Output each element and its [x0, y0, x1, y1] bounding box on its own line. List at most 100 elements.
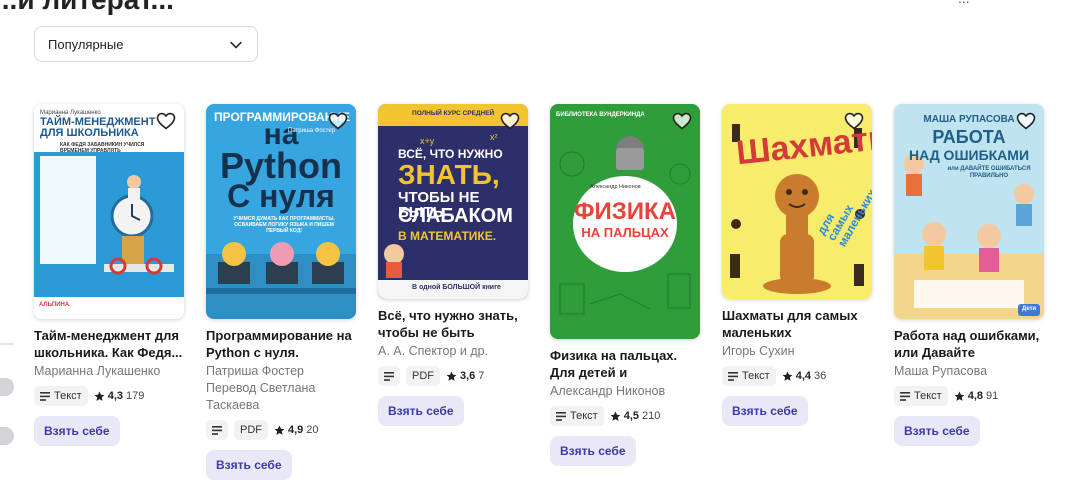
- format-label: Текст: [914, 390, 942, 402]
- book-title[interactable]: Физика на пальцах. Для детей и родителей…: [550, 347, 700, 381]
- rating: 3,6 7: [446, 370, 484, 382]
- book-card[interactable]: МАША РУПАСОВА РАБОТА НАД ОШИБКАМИ или ДА…: [894, 104, 1044, 446]
- format-label: Текст: [742, 370, 770, 382]
- book-meta: Текст 4,3 179: [34, 386, 184, 406]
- text-lines-icon: [728, 371, 738, 381]
- rating-count: 36: [814, 370, 827, 382]
- star-icon: [94, 391, 105, 401]
- format-label: Текст: [570, 410, 598, 422]
- rating-count: 179: [126, 390, 145, 402]
- book-card[interactable]: x+y x² ПОЛНЫЙ КУРС СРЕДНЕЙ ВСЁ, ЧТО НУЖН…: [378, 104, 528, 426]
- book-cover[interactable]: Шахматы для самых маленьких: [722, 104, 872, 299]
- book-translator: Перевод Светлана Таскаева: [206, 381, 316, 412]
- star-icon: [610, 411, 621, 421]
- text-lines-icon: [212, 425, 222, 435]
- book-author[interactable]: А. А. Спектор и др.: [378, 343, 528, 360]
- cover-top-text: ПОЛНЫЙ КУРС СРЕДНЕЙ: [412, 110, 495, 117]
- format-icon-badge: [378, 366, 400, 386]
- text-lines-icon: [900, 391, 910, 401]
- star-icon: [954, 391, 965, 401]
- book-author[interactable]: Марианна Лукашенко: [34, 363, 184, 380]
- scroll-handle[interactable]: [0, 427, 14, 445]
- cover-publisher: Дети: [1022, 306, 1037, 312]
- rating-value: 4,4: [795, 370, 811, 382]
- book-card[interactable]: БИБЛИОТЕКА ВУНДЕРКИНДА Александр Никонов…: [550, 104, 700, 466]
- cover-line1: РАБОТА: [932, 127, 1006, 147]
- cover-line5: В МАТЕМАТИКЕ.: [398, 229, 497, 243]
- text-lines-icon: [556, 411, 566, 421]
- star-icon: [274, 425, 285, 435]
- book-card[interactable]: ПРОГРАММИРОВАНИЕ на Python С нуля Патриш…: [206, 104, 356, 480]
- book-meta: Текст 4,5 210: [550, 406, 700, 426]
- divider: [0, 343, 14, 345]
- book-cover[interactable]: БИБЛИОТЕКА ВУНДЕРКИНДА Александр Никонов…: [550, 104, 700, 339]
- rating: 4,4 36: [782, 370, 827, 382]
- take-book-button[interactable]: Взять себе: [722, 396, 808, 426]
- book-title[interactable]: Работа над ошибками, или Давайте ошибать…: [894, 327, 1044, 361]
- rating-count: 91: [986, 390, 999, 402]
- heart-icon[interactable]: [1016, 112, 1036, 130]
- rating-count: 7: [478, 370, 485, 382]
- rating-value: 4,9: [288, 424, 304, 436]
- rating-value: 4,5: [623, 410, 639, 422]
- format-label: Текст: [54, 390, 82, 402]
- format-badge: PDF: [406, 366, 440, 386]
- book-cover[interactable]: ПРОГРАММИРОВАНИЕ на Python С нуля Патриш…: [206, 104, 356, 319]
- book-card[interactable]: Шахматы для самых маленьких Шахматы для …: [722, 104, 872, 426]
- sort-dropdown-value: Популярные: [48, 36, 124, 52]
- book-title[interactable]: Программирование на Python с нуля. Учимс…: [206, 327, 356, 361]
- take-book-button[interactable]: Взять себе: [550, 436, 636, 466]
- show-all-link[interactable]: ...: [958, 0, 970, 6]
- star-icon: [446, 371, 457, 381]
- book-meta: Текст 4,4 36: [722, 366, 872, 386]
- rating: 4,5 210: [610, 410, 661, 422]
- take-book-button[interactable]: Взять себе: [378, 396, 464, 426]
- book-author[interactable]: Маша Рупасова: [894, 363, 1044, 380]
- rating: 4,3 179: [94, 390, 145, 402]
- book-author[interactable]: Александр Никонов: [550, 383, 700, 400]
- rating: 4,8 91: [954, 390, 999, 402]
- book-meta: PDF 4,9 20: [206, 420, 356, 440]
- take-book-button[interactable]: Взять себе: [34, 416, 120, 446]
- cover-subtitle: УЧИМСЯ ДУМАТЬ КАК ПРОГРАММИСТЫ, ОСВАИВАЕ…: [233, 216, 335, 234]
- cover-line2: НАД ОШИБКАМИ: [908, 147, 1030, 163]
- book-cover[interactable]: АЛЬПИНА Марианна Лукашенко ТАЙМ-МЕНЕДЖМЕ…: [34, 104, 184, 319]
- heart-icon[interactable]: [672, 112, 692, 130]
- heart-icon[interactable]: [328, 112, 348, 130]
- book-title[interactable]: Шахматы для самых маленьких: [722, 307, 872, 341]
- book-title[interactable]: Всё, что нужно знать, чтобы не быть слаб…: [378, 307, 528, 341]
- cover-line1: ФИЗИКА: [574, 198, 676, 225]
- take-book-button[interactable]: Взять себе: [894, 416, 980, 446]
- book-cover[interactable]: МАША РУПАСОВА РАБОТА НАД ОШИБКАМИ или ДА…: [894, 104, 1044, 319]
- book-author[interactable]: Патриша Фостер: [206, 363, 356, 380]
- heart-icon[interactable]: [844, 112, 864, 130]
- take-book-button[interactable]: Взять себе: [206, 450, 292, 480]
- format-badge: PDF: [234, 420, 268, 440]
- format-badge: Текст: [550, 406, 604, 426]
- cover-top-text: БИБЛИОТЕКА ВУНДЕРКИНДА: [556, 112, 645, 118]
- sort-dropdown[interactable]: Популярные: [34, 26, 258, 62]
- book-title[interactable]: Тайм-менеджмент для школьника. Как Федя.…: [34, 327, 184, 361]
- book-card[interactable]: АЛЬПИНА Марианна Лукашенко ТАЙМ-МЕНЕДЖМЕ…: [34, 104, 184, 446]
- cover-bottom-text: В одной БОЛЬШОЙ книге: [412, 284, 501, 291]
- svg-text:x²: x²: [490, 132, 498, 142]
- cover-title: ТАЙМ-МЕНЕДЖМЕНТ ДЛЯ ШКОЛЬНИКА: [40, 116, 156, 139]
- rating-count: 20: [306, 424, 319, 436]
- book-cover[interactable]: x+y x² ПОЛНЫЙ КУРС СРЕДНЕЙ ВСЁ, ЧТО НУЖН…: [378, 104, 528, 299]
- cover-subtitle: КАК ФЕДЯ ЗАБАВНИКИН УЧИЛСЯ ВРЕМЕНЕМ УПРА…: [60, 142, 145, 154]
- heart-icon[interactable]: [156, 112, 176, 130]
- cover-line4: С нуля: [227, 178, 335, 214]
- scroll-handle[interactable]: [0, 378, 14, 396]
- svg-text:АЛЬПИНА: АЛЬПИНА: [39, 302, 70, 308]
- format-badge: Текст: [34, 386, 88, 406]
- format-badge: Текст: [894, 386, 948, 406]
- rating-count: 210: [642, 410, 661, 422]
- book-author[interactable]: Игорь Сухин: [722, 343, 872, 360]
- rating-value: 4,3: [107, 390, 123, 402]
- rating-value: 3,6: [460, 370, 476, 382]
- cover-line2: НА ПАЛЬЦАХ: [581, 225, 669, 240]
- heart-icon[interactable]: [500, 112, 520, 130]
- format-label: PDF: [240, 424, 262, 436]
- star-icon: [782, 371, 793, 381]
- cover-line2: ЗНАТЬ,: [398, 159, 500, 190]
